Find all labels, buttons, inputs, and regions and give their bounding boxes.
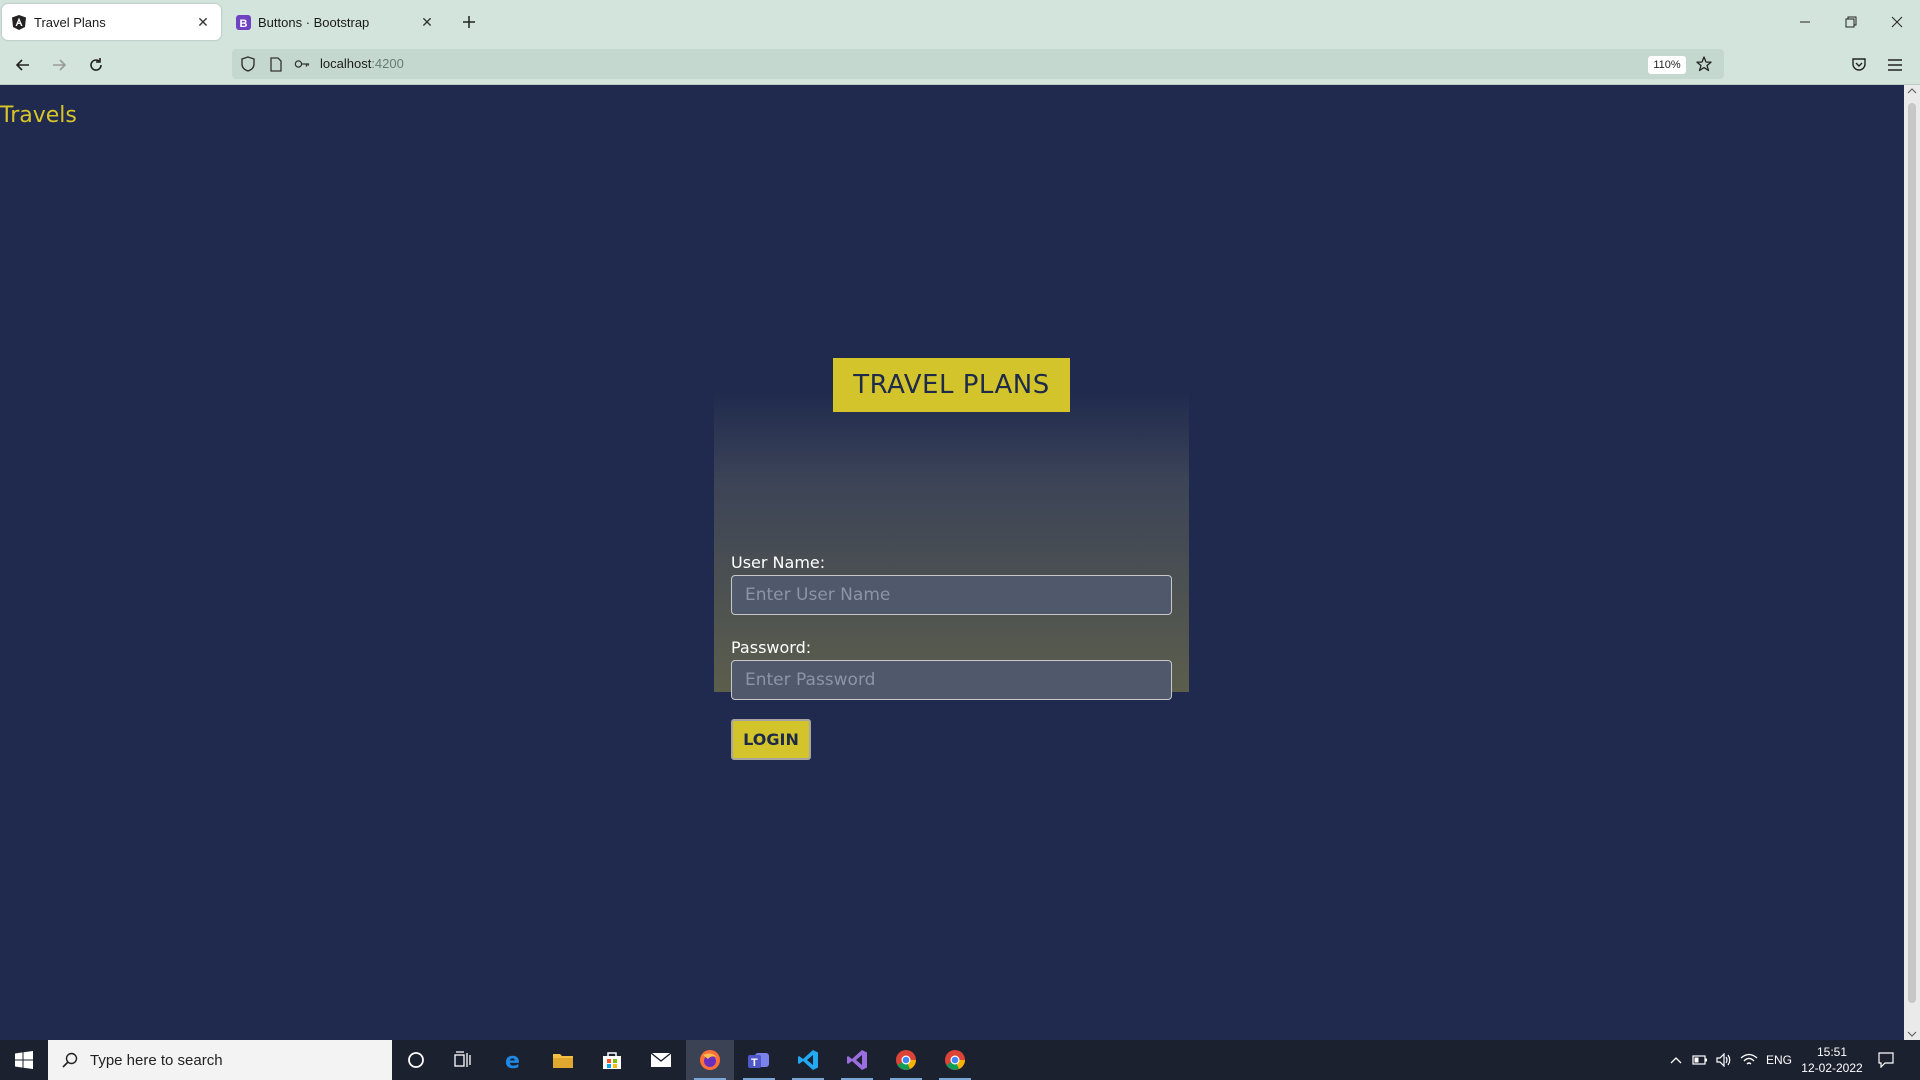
restore-icon xyxy=(1845,16,1857,28)
scrollbar-thumb[interactable] xyxy=(1908,103,1916,1003)
menu-button[interactable] xyxy=(1882,52,1908,78)
windows-logo-icon xyxy=(15,1051,33,1069)
browser-tab-bar: Travel Plans ✕ B Buttons · Bootstrap ✕ xyxy=(0,0,1920,44)
cortana-icon[interactable] xyxy=(392,1040,440,1080)
password-input[interactable] xyxy=(731,660,1172,700)
chrome-icon[interactable] xyxy=(882,1040,930,1080)
forward-button[interactable] xyxy=(46,52,72,78)
back-arrow-icon xyxy=(15,59,29,71)
firefox-icon[interactable] xyxy=(686,1040,734,1080)
tab-title: Buttons · Bootstrap xyxy=(258,14,370,30)
mail-icon[interactable] xyxy=(637,1040,685,1080)
browser-nav-bar: localhost:4200 110% xyxy=(0,44,1920,85)
battery-icon[interactable] xyxy=(1690,1040,1710,1080)
zoom-level-badge[interactable]: 110% xyxy=(1648,56,1686,74)
angular-icon xyxy=(11,14,27,30)
tab-title: Travel Plans xyxy=(34,14,106,30)
wifi-icon[interactable] xyxy=(1738,1040,1760,1080)
bootstrap-icon: B xyxy=(235,14,251,30)
plus-icon xyxy=(463,16,475,28)
minimize-icon xyxy=(1800,21,1810,23)
clock-date: 12-02-2022 xyxy=(1801,1061,1863,1075)
taskbar-search-box[interactable]: Type here to search xyxy=(48,1040,392,1080)
reload-button[interactable] xyxy=(83,52,109,78)
password-label: Password: xyxy=(731,638,812,657)
vscode-icon[interactable] xyxy=(784,1040,832,1080)
notifications-icon[interactable] xyxy=(1874,1040,1898,1080)
forward-arrow-icon xyxy=(53,59,67,71)
username-label: User Name: xyxy=(731,553,826,572)
brand-link[interactable]: Travels xyxy=(0,103,77,128)
bookmark-star-icon[interactable] xyxy=(1694,54,1714,74)
chrome-icon[interactable] xyxy=(931,1040,979,1080)
store-icon[interactable] xyxy=(588,1040,636,1080)
svg-text:B: B xyxy=(239,18,247,30)
clock-time: 15:51 xyxy=(1816,1045,1848,1059)
reload-icon xyxy=(90,58,102,71)
close-window-button[interactable] xyxy=(1874,6,1920,38)
restore-button[interactable] xyxy=(1828,6,1874,38)
new-tab-button[interactable] xyxy=(457,10,481,34)
page-title-badge: TRAVEL PLANS xyxy=(833,358,1070,412)
svg-text:T: T xyxy=(751,1057,758,1069)
hamburger-menu-icon xyxy=(1888,59,1902,71)
login-button[interactable]: LOGIN xyxy=(731,719,811,760)
key-icon[interactable] xyxy=(294,56,310,72)
visual-studio-icon[interactable] xyxy=(833,1040,881,1080)
start-button[interactable] xyxy=(0,1040,48,1080)
pocket-icon xyxy=(1852,58,1866,71)
edge-icon[interactable]: e xyxy=(490,1040,538,1080)
url-text[interactable]: localhost:4200 xyxy=(320,56,404,71)
language-indicator[interactable]: ENG xyxy=(1764,1040,1794,1080)
scroll-up-arrow-icon xyxy=(1907,88,1917,94)
page-info-icon[interactable] xyxy=(268,56,284,72)
tracking-protection-shield-icon[interactable] xyxy=(240,56,256,72)
close-icon xyxy=(1891,16,1903,28)
task-view-icon[interactable] xyxy=(440,1040,488,1080)
back-button[interactable] xyxy=(10,52,36,78)
tab-travel-plans[interactable]: Travel Plans ✕ xyxy=(2,4,221,40)
vertical-scrollbar[interactable] xyxy=(1904,85,1920,1040)
minimize-button[interactable] xyxy=(1782,6,1828,38)
search-placeholder: Type here to search xyxy=(90,1051,223,1069)
volume-icon[interactable] xyxy=(1714,1040,1734,1080)
windows-taskbar: Type here to search e T ENG 15:51 12-02-… xyxy=(0,1040,1920,1080)
scroll-down-arrow-icon xyxy=(1907,1031,1917,1037)
address-bar[interactable]: localhost:4200 110% xyxy=(232,49,1724,79)
close-tab-icon[interactable]: ✕ xyxy=(415,10,439,34)
search-icon xyxy=(60,1050,80,1070)
svg-text:e: e xyxy=(505,1049,520,1071)
pocket-button[interactable] xyxy=(1846,52,1872,78)
close-tab-icon[interactable]: ✕ xyxy=(191,10,215,34)
file-explorer-icon[interactable] xyxy=(539,1040,587,1080)
taskbar-clock[interactable]: 15:51 12-02-2022 xyxy=(1794,1044,1870,1076)
teams-icon[interactable]: T xyxy=(735,1040,783,1080)
username-input[interactable] xyxy=(731,575,1172,615)
show-hidden-icons-chevron-icon[interactable] xyxy=(1666,1040,1686,1080)
tab-buttons-bootstrap[interactable]: B Buttons · Bootstrap ✕ xyxy=(226,4,445,40)
